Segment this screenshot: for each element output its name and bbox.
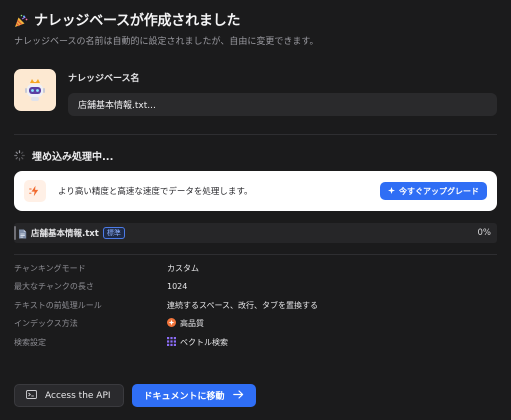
high-quality-icon — [167, 318, 176, 329]
go-to-document-label: ドキュメントに移動 — [143, 392, 225, 402]
setting-value: ベクトル検索 — [167, 336, 228, 348]
setting-key: 最大なチャンクの長さ — [14, 282, 94, 292]
loading-spinner-icon — [14, 146, 25, 165]
setting-value: カスタム — [167, 263, 199, 273]
upgrade-now-button[interactable]: 今すぐアップグレード — [380, 182, 487, 200]
divider — [14, 134, 497, 135]
upgrade-card: より高い精度と高速な速度でデータを処理します。 今すぐアップグレード — [14, 171, 497, 211]
setting-row-search-settings: 検索設定 ベクトル検索 — [14, 333, 497, 352]
divider — [14, 254, 497, 255]
go-to-document-button[interactable]: ドキュメントに移動 — [131, 384, 256, 407]
knowledge-base-name-row: ナレッジベース名 店舗基本情報.txt... — [14, 69, 497, 116]
setting-key: 検索設定 — [14, 337, 46, 347]
access-api-label: Access the API — [45, 390, 111, 401]
setting-value: 連続するスペース、改行、タブを置換する — [167, 300, 319, 310]
upgrade-description: より高い精度と高速な速度でデータを処理します。 — [58, 187, 253, 197]
setting-value: 高品質 — [167, 318, 204, 329]
upgrade-now-label: 今すぐアップグレード — [399, 186, 479, 196]
embedding-status-row: 埋め込み処理中... — [14, 147, 497, 163]
footer-actions: Access the API ドキュメントに移動 — [14, 384, 256, 407]
knowledge-base-name-input[interactable]: 店舗基本情報.txt... — [68, 93, 497, 116]
file-progress-row: 店舗基本情報.txt 標準 0% — [14, 223, 497, 243]
header: ナレッジベースが作成されました ナレッジベースの名前は自動的に設定されましたが、… — [14, 0, 497, 47]
setting-key: チャンキングモード — [14, 263, 86, 273]
file-name: 店舗基本情報.txt — [31, 229, 99, 239]
setting-value: 1024 — [167, 282, 188, 292]
access-api-button[interactable]: Access the API — [14, 384, 124, 407]
page-subtitle: ナレッジベースの名前は自動的に設定されましたが、自由に変更できます。 — [14, 37, 319, 47]
knowledge-base-name-group: ナレッジベース名 店舗基本情報.txt... — [68, 69, 497, 116]
document-icon — [18, 224, 27, 243]
lightning-icon — [24, 180, 46, 202]
title-row: ナレッジベースが作成されました — [14, 10, 497, 30]
setting-row-index-method: インデックス方法 高品質 — [14, 315, 497, 334]
terminal-icon — [26, 389, 37, 402]
arrow-right-icon — [232, 389, 244, 402]
setting-key: テキストの前処理ルール — [14, 300, 102, 310]
sparkle-icon — [388, 186, 395, 196]
setting-key: インデックス方法 — [14, 319, 78, 329]
embedding-status-title: 埋め込み処理中... — [32, 151, 114, 163]
vector-search-icon — [167, 336, 176, 348]
settings-list: チャンキングモード カスタム 最大なチャンクの長さ 1024 テキストの前処理ル… — [14, 259, 497, 352]
progress-percent: 0% — [477, 228, 492, 238]
setting-row-chunking-mode: チャンキングモード カスタム — [14, 259, 497, 278]
mode-badge: 標準 — [102, 227, 125, 239]
party-popper-icon — [14, 13, 28, 27]
robot-avatar-icon[interactable] — [14, 69, 56, 111]
knowledge-base-name-label: ナレッジベース名 — [68, 74, 140, 84]
page-title: ナレッジベースが作成されました — [34, 13, 241, 29]
setting-row-max-chunk-length: 最大なチャンクの長さ 1024 — [14, 278, 497, 297]
setting-row-preprocessing-rules: テキストの前処理ルール 連続するスペース、改行、タブを置換する — [14, 296, 497, 315]
knowledge-base-created-panel: ナレッジベースが作成されました ナレッジベースの名前は自動的に設定されましたが、… — [0, 0, 511, 420]
